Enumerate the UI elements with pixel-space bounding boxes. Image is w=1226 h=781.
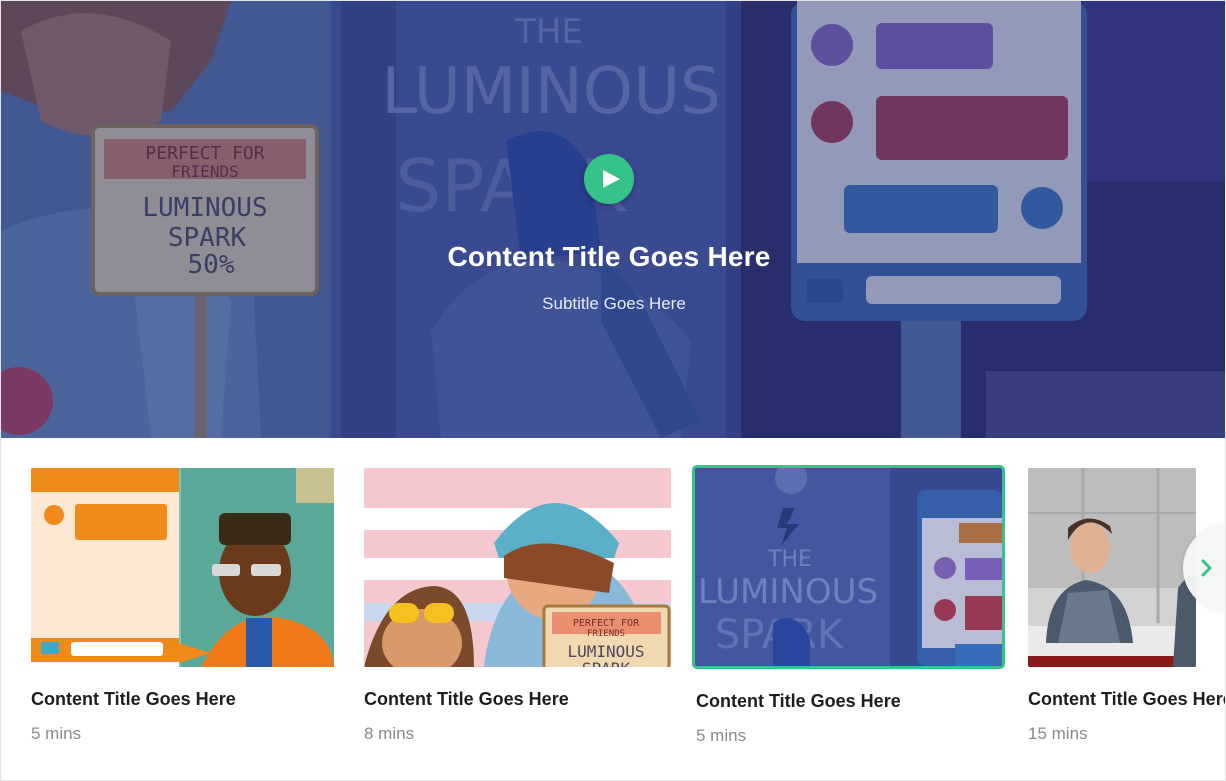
card-duration: 8 mins [364, 724, 415, 743]
card-title[interactable]: Content Title Goes Here [1028, 689, 1225, 710]
card-sign-line1: PERFECT FOR [573, 618, 640, 629]
hero-overlay [1, 1, 1225, 438]
chevron-right-icon [1201, 559, 1212, 577]
content-carousel: Content Title Goes Here 5 mins PERFECT F… [1, 438, 1225, 780]
card-title[interactable]: Content Title Goes Here [31, 689, 338, 710]
card-illustration: THE LUMINOUS SPARK [695, 468, 1002, 666]
card-illustration [31, 468, 334, 667]
hero-banner[interactable]: PERFECT FOR FRIENDS LUMINOUS SPARK 50% T… [1, 1, 1225, 438]
card-duration: 5 mins [696, 726, 747, 745]
card-thumbnail[interactable] [31, 468, 338, 667]
card-photo [1028, 468, 1196, 667]
card-illustration: PERFECT FOR FRIENDS LUMINOUS SPARK [364, 468, 671, 667]
hero-title: Content Title Goes Here [447, 241, 771, 272]
play-button[interactable] [584, 154, 634, 204]
card-duration: 5 mins [31, 724, 82, 743]
card-thumbnail[interactable] [1028, 468, 1196, 667]
hero-subtitle: Subtitle Goes Here [542, 294, 686, 313]
card-thumbnail[interactable]: PERFECT FOR FRIENDS LUMINOUS SPARK [364, 468, 671, 667]
content-card[interactable]: Content Title Goes Here 5 mins [31, 468, 338, 744]
card-title[interactable]: Content Title Goes Here [696, 691, 1005, 712]
content-card-selected[interactable]: THE LUMINOUS SPARK Content Title Goes He… [692, 465, 1005, 746]
card-sign-line2: FRIENDS [587, 629, 625, 639]
play-icon [603, 170, 620, 188]
card-title[interactable]: Content Title Goes Here [364, 689, 671, 710]
page: PERFECT FOR FRIENDS LUMINOUS SPARK 50% T… [0, 0, 1226, 781]
card-duration: 15 mins [1028, 724, 1088, 743]
card-thumbnail[interactable]: THE LUMINOUS SPARK [692, 465, 1005, 669]
content-card[interactable]: Content Title Goes Here 15 mins [1028, 468, 1225, 744]
content-card[interactable]: PERFECT FOR FRIENDS LUMINOUS SPARK Conte… [364, 468, 671, 744]
card-sign-line4: SPARK [582, 659, 631, 667]
